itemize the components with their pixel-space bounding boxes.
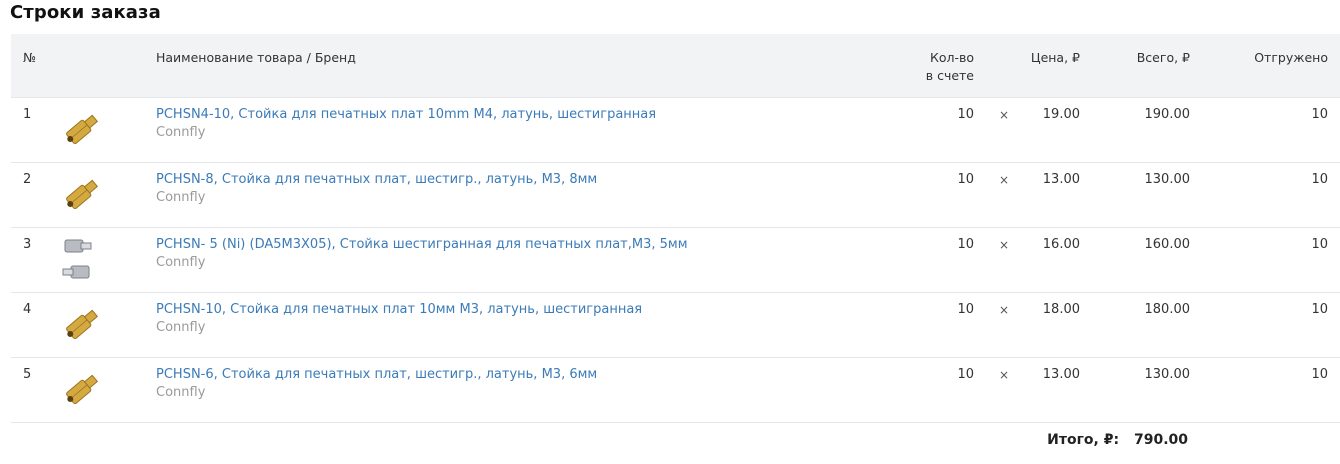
row-num: 1	[23, 107, 32, 122]
nickel-standoff-image[interactable]	[55, 236, 107, 284]
header-name: Наименование товара / Бренд	[156, 50, 356, 65]
product-name-link[interactable]: PCHSN4-10, Стойка для печатных плат 10mm…	[156, 106, 856, 124]
row-total: 190.00	[1144, 107, 1191, 122]
table-row: 1 PCHSN4-10, Стойка для печатных плат 10…	[11, 98, 1340, 163]
product-cell: PCHSN-10, Стойка для печатных плат 10мм …	[156, 301, 856, 337]
table-header: № Наименование товара / Бренд Кол-во в с…	[11, 34, 1340, 98]
row-qty: 10	[957, 172, 974, 187]
product-brand: Connfly	[156, 385, 206, 400]
table-row: 4 PCHSN-10, Стойка для печатных плат 10м…	[11, 293, 1340, 358]
row-qty: 10	[957, 367, 974, 382]
product-cell: PCHSN-6, Стойка для печатных плат, шести…	[156, 366, 856, 402]
row-num: 3	[23, 237, 32, 252]
product-name-link[interactable]: PCHSN-6, Стойка для печатных плат, шести…	[156, 366, 856, 384]
row-num: 2	[23, 172, 32, 187]
row-times-sign: ×	[999, 238, 1010, 252]
row-num: 5	[23, 367, 32, 382]
table-row: 5 PCHSN-6, Стойка для печатных плат, шес…	[11, 358, 1340, 423]
row-price: 13.00	[1042, 367, 1080, 382]
header-qty-line1: Кол-во	[929, 50, 974, 65]
row-price: 13.00	[1042, 172, 1080, 187]
header-qty: Кол-во в счете	[926, 49, 974, 85]
row-num: 4	[23, 302, 32, 317]
row-price: 19.00	[1042, 107, 1080, 122]
row-price: 16.00	[1042, 237, 1080, 252]
row-qty: 10	[957, 237, 974, 252]
row-shipped: 10	[1311, 237, 1328, 252]
brass-standoff-image[interactable]	[55, 366, 107, 414]
section-title: Строки заказа	[10, 2, 161, 23]
header-total: Всего, ₽	[1136, 50, 1190, 65]
row-times-sign: ×	[999, 368, 1010, 382]
brass-standoff-image[interactable]	[55, 301, 107, 349]
order-total: Итого, ₽: 790.00	[1047, 432, 1188, 448]
row-total: 160.00	[1144, 237, 1191, 252]
row-total: 130.00	[1144, 367, 1191, 382]
header-price: Цена, ₽	[1030, 50, 1080, 65]
row-shipped: 10	[1311, 107, 1328, 122]
product-name-link[interactable]: PCHSN-10, Стойка для печатных плат 10мм …	[156, 301, 856, 319]
row-shipped: 10	[1311, 172, 1328, 187]
row-total: 180.00	[1144, 302, 1191, 317]
row-times-sign: ×	[999, 303, 1010, 317]
row-total: 130.00	[1144, 172, 1191, 187]
product-cell: PCHSN- 5 (Ni) (DA5M3X05), Стойка шестигр…	[156, 236, 856, 272]
brass-standoff-image[interactable]	[55, 106, 107, 154]
row-times-sign: ×	[999, 108, 1010, 122]
table-row: 2 PCHSN-8, Стойка для печатных плат, шес…	[11, 163, 1340, 228]
product-cell: PCHSN4-10, Стойка для печатных плат 10mm…	[156, 106, 856, 142]
row-qty: 10	[957, 107, 974, 122]
row-times-sign: ×	[999, 173, 1010, 187]
order-total-value: 790.00	[1133, 432, 1188, 448]
brass-standoff-image[interactable]	[55, 171, 107, 219]
order-total-label: Итого, ₽:	[1047, 432, 1120, 448]
row-shipped: 10	[1311, 367, 1328, 382]
order-lines-table: № Наименование товара / Бренд Кол-во в с…	[11, 34, 1340, 423]
row-shipped: 10	[1311, 302, 1328, 317]
header-qty-line2: в счете	[925, 68, 974, 83]
product-cell: PCHSN-8, Стойка для печатных плат, шести…	[156, 171, 856, 207]
product-brand: Connfly	[156, 190, 206, 205]
row-price: 18.00	[1042, 302, 1080, 317]
header-num: №	[23, 50, 37, 65]
product-brand: Connfly	[156, 125, 206, 140]
product-name-link[interactable]: PCHSN- 5 (Ni) (DA5M3X05), Стойка шестигр…	[156, 236, 856, 254]
table-row: 3 PCHSN- 5 (Ni) (DA5M3X05), Стойка шести…	[11, 228, 1340, 293]
header-shipped: Отгружено	[1254, 50, 1328, 65]
product-brand: Connfly	[156, 255, 206, 270]
product-brand: Connfly	[156, 320, 206, 335]
product-name-link[interactable]: PCHSN-8, Стойка для печатных плат, шести…	[156, 171, 856, 189]
row-qty: 10	[957, 302, 974, 317]
